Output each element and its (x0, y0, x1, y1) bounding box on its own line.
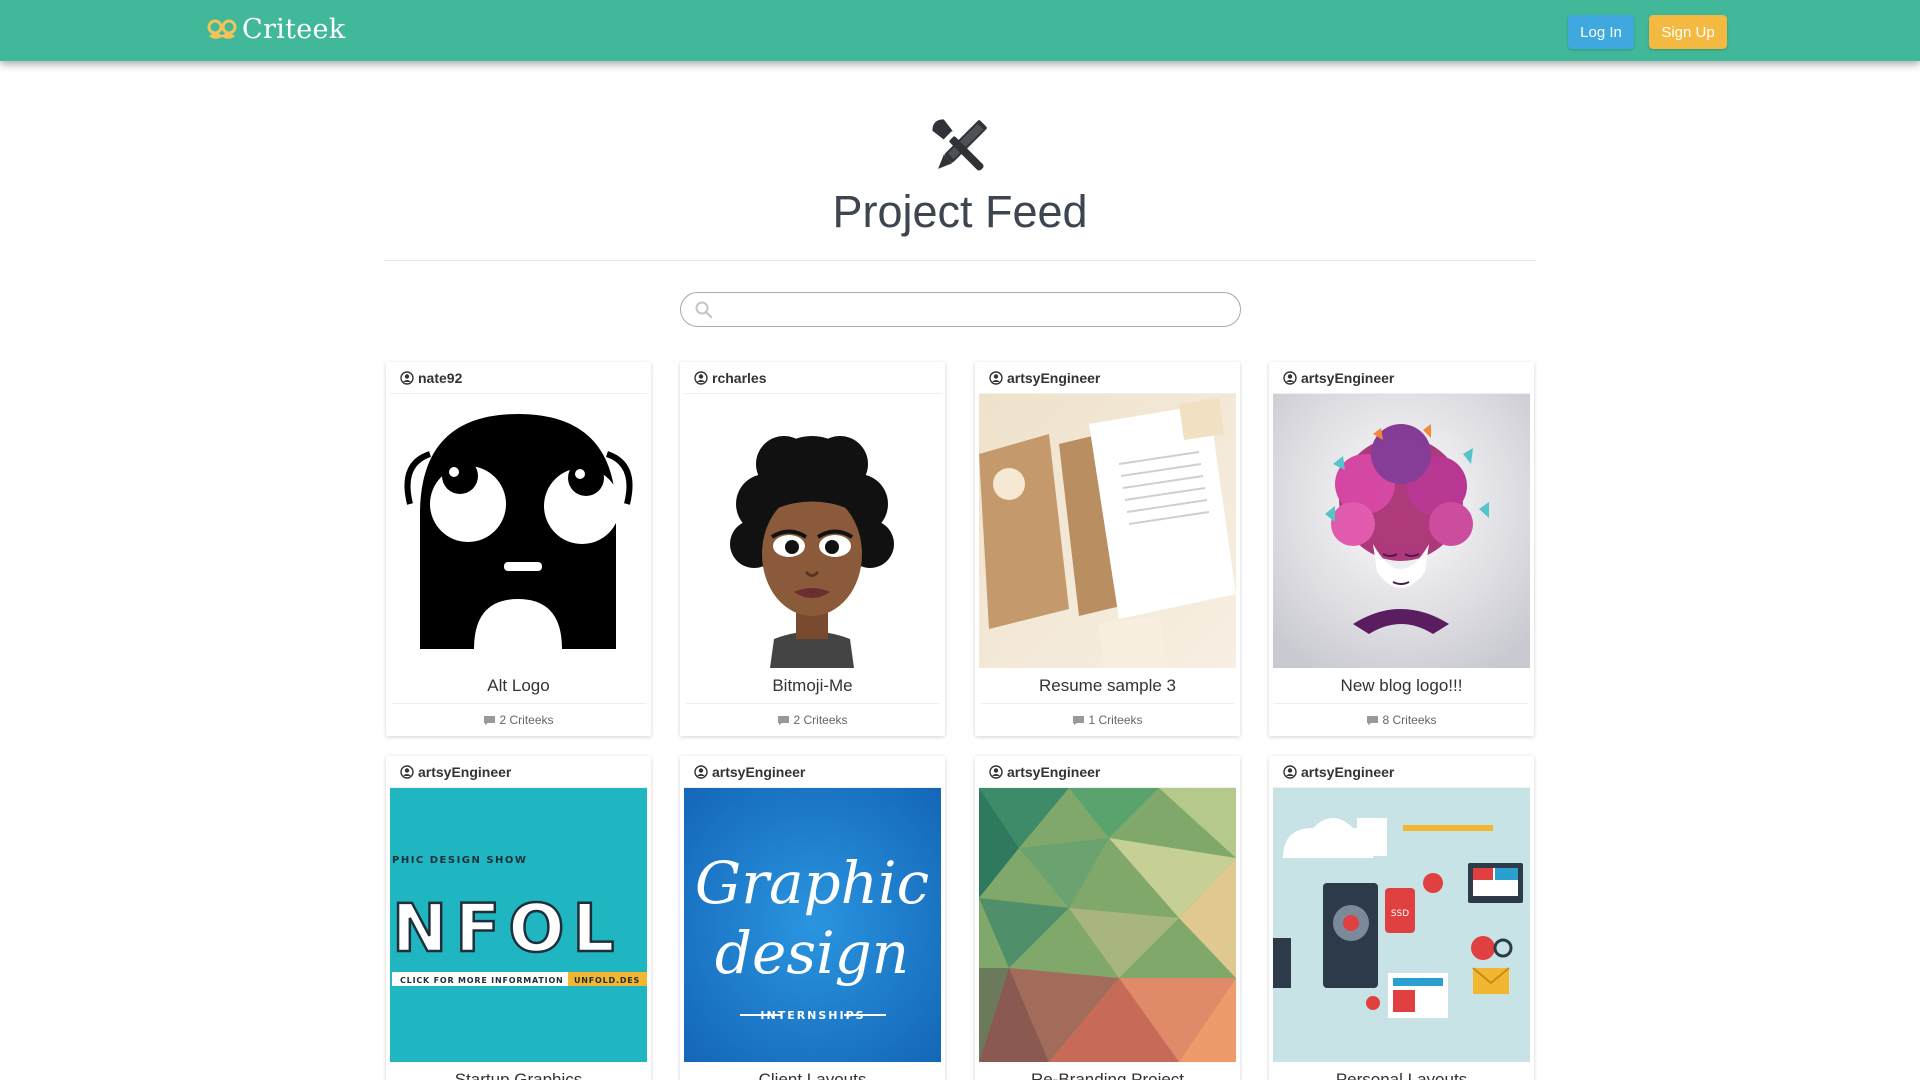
project-title[interactable]: Client Layouts (686, 1062, 939, 1080)
graphic-design-lettering-image: Graphic design INTERNSHIPS (684, 788, 941, 1062)
card-author[interactable]: artsyEngineer (1273, 756, 1530, 788)
project-title[interactable]: Re-Branding Project (981, 1062, 1234, 1080)
stationery-mockup-image (979, 394, 1236, 668)
author-name: artsyEngineer (418, 763, 512, 780)
user-circle-icon (1283, 370, 1297, 385)
user-circle-icon (989, 370, 1003, 385)
ssd-badge: SSD (1391, 909, 1409, 919)
card-author[interactable]: artsyEngineer (390, 756, 647, 788)
signup-button[interactable]: Sign Up (1649, 15, 1727, 49)
poster-bottom-left: CLICK FOR MORE INFORMATION (400, 976, 564, 985)
project-title[interactable]: Bitmoji-Me (686, 668, 939, 704)
card-author[interactable]: rcharles (684, 362, 941, 394)
author-name: rcharles (712, 369, 767, 386)
low-poly-gradient-image (979, 788, 1236, 1062)
comment-icon (484, 715, 496, 725)
black-monster-logo-image (390, 394, 647, 668)
project-card[interactable]: artsyEngineer PHIC DESIGN SHOW NFOL CLIC… (386, 756, 651, 1080)
project-thumbnail[interactable] (684, 394, 941, 668)
comment-icon (778, 715, 790, 725)
project-card[interactable]: rcharles Bitmoji-Me 2 Criteeks (680, 362, 945, 736)
user-circle-icon (694, 370, 708, 385)
card-author[interactable]: artsyEngineer (979, 362, 1236, 394)
pencil-brush-crossed-icon (932, 119, 987, 171)
author-name: artsyEngineer (1301, 369, 1395, 386)
brand-logo[interactable]: Criteek (206, 14, 345, 45)
project-title[interactable]: Startup Graphics (392, 1062, 645, 1080)
project-title[interactable]: New blog logo!!! (1275, 668, 1528, 704)
user-circle-icon (1283, 764, 1297, 779)
comment-icon (1367, 715, 1379, 725)
author-name: nate92 (418, 369, 463, 386)
header-divider (384, 260, 1536, 261)
card-author[interactable]: artsyEngineer (1273, 362, 1530, 394)
project-thumbnail[interactable]: SSD (1273, 788, 1530, 1062)
card-author[interactable]: artsyEngineer (684, 756, 941, 788)
search-input[interactable] (723, 299, 1223, 321)
brand-name: Criteek (242, 14, 346, 45)
butterfly-hair-woman-image (1273, 394, 1530, 668)
flat-tech-icons-image: SSD (1273, 788, 1530, 1062)
search-icon (695, 301, 713, 319)
author-name: artsyEngineer (1007, 369, 1101, 386)
comment-count: 2 Criteeks (680, 704, 945, 736)
bitmoji-avatar-image (684, 394, 941, 668)
card-author[interactable]: artsyEngineer (979, 756, 1236, 788)
comment-count: 8 Criteeks (1269, 704, 1534, 736)
poster-main-text: NFOL (392, 890, 622, 967)
user-circle-icon (400, 764, 414, 779)
project-title[interactable]: Resume sample 3 (981, 668, 1234, 704)
project-thumbnail[interactable] (390, 394, 647, 668)
search-bar[interactable] (680, 292, 1241, 327)
lettering-line1: Graphic (695, 849, 929, 917)
project-card[interactable]: artsyEngineer (975, 362, 1240, 736)
project-thumbnail[interactable] (979, 788, 1236, 1062)
project-title[interactable]: Personal Layouts (1275, 1062, 1528, 1080)
lettering-line3: INTERNSHIPS (760, 1009, 865, 1022)
project-card[interactable]: artsyEngineer Re-Branding Project (975, 756, 1240, 1080)
comment-count: 1 Criteeks (975, 704, 1240, 736)
author-name: artsyEngineer (1301, 763, 1395, 780)
project-thumbnail[interactable]: Graphic design INTERNSHIPS (684, 788, 941, 1062)
user-circle-icon (694, 764, 708, 779)
project-title[interactable]: Alt Logo (392, 668, 645, 704)
project-card[interactable]: nate92 Alt Logo 2 Criteeks (386, 362, 651, 736)
poster-top-text: PHIC DESIGN SHOW (392, 855, 527, 866)
project-thumbnail[interactable]: PHIC DESIGN SHOW NFOL CLICK FOR MORE INF… (390, 788, 647, 1062)
project-card[interactable]: artsyEngineer (1269, 362, 1534, 736)
project-thumbnail[interactable] (979, 394, 1236, 668)
mustache-glasses-icon (207, 19, 237, 39)
poster-bottom-right: UNFOLD.DES (574, 976, 640, 985)
card-author[interactable]: nate92 (390, 362, 647, 394)
lettering-line2: design (715, 919, 909, 987)
page-title: Project Feed (832, 186, 1088, 237)
project-card[interactable]: artsyEngineer SSD Personal Layouts (1269, 756, 1534, 1080)
login-button[interactable]: Log In (1568, 15, 1634, 49)
author-name: artsyEngineer (712, 763, 806, 780)
user-circle-icon (989, 764, 1003, 779)
project-card[interactable]: artsyEngineer Graphic design INTERNSHIPS… (680, 756, 945, 1080)
author-name: artsyEngineer (1007, 763, 1101, 780)
project-thumbnail[interactable] (1273, 394, 1530, 668)
user-circle-icon (400, 370, 414, 385)
top-navbar: Criteek Log In Sign Up (0, 0, 1920, 61)
unfold-poster-image: PHIC DESIGN SHOW NFOL CLICK FOR MORE INF… (390, 788, 647, 1062)
comment-icon (1073, 715, 1085, 725)
comment-count: 2 Criteeks (386, 704, 651, 736)
